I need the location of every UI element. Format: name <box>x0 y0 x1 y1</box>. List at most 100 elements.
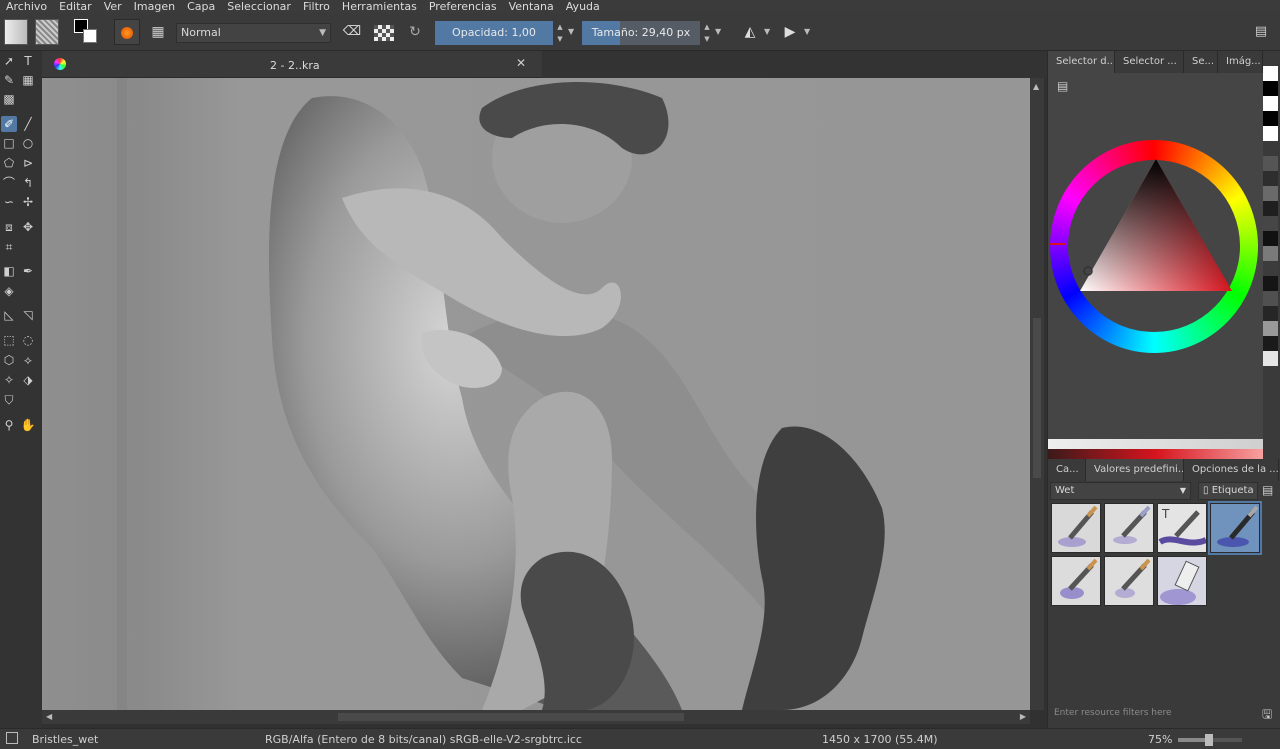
preset-category-select[interactable]: Wet ▼ <box>1050 482 1191 500</box>
canvas[interactable] <box>42 78 1030 710</box>
preset-tile[interactable] <box>1051 503 1101 553</box>
brush-preset-icon[interactable] <box>114 19 140 45</box>
scroll-thumb[interactable] <box>338 713 684 721</box>
fg-bg-color-icon[interactable] <box>74 19 100 45</box>
menu-herramientas[interactable]: Herramientas <box>336 0 423 13</box>
menu-archivo[interactable]: Archivo <box>0 0 53 13</box>
color-sliders[interactable] <box>1048 439 1263 459</box>
chevron-down-icon[interactable]: ▼ <box>764 27 770 36</box>
palette-swatch[interactable] <box>1263 111 1278 126</box>
palette-swatch[interactable] <box>1263 126 1278 141</box>
tab-presets[interactable]: Valores predefini... <box>1086 459 1184 481</box>
mirror-vertical-icon[interactable]: ▶ <box>780 19 800 45</box>
palette-swatch[interactable] <box>1263 336 1278 351</box>
rect-select-icon[interactable]: ⬚ <box>1 332 17 348</box>
multibrush-icon[interactable]: ✢ <box>20 194 36 210</box>
scroll-up-icon[interactable]: ▲ <box>1033 82 1039 91</box>
polygon-select-icon[interactable]: ⬡ <box>1 352 17 368</box>
preserve-alpha-icon[interactable] <box>374 25 394 41</box>
horizontal-scrollbar[interactable]: ◀ ▶ <box>42 710 1030 724</box>
edit-shapes-icon[interactable]: ✎ <box>1 72 17 88</box>
fill-tool-icon[interactable]: ◈ <box>1 283 17 299</box>
vertical-scrollbar[interactable]: ▲ <box>1030 78 1044 710</box>
menu-filtro[interactable]: Filtro <box>297 0 336 13</box>
menu-capa[interactable]: Capa <box>181 0 221 13</box>
scroll-right-icon[interactable]: ▶ <box>1020 712 1026 721</box>
reload-preset-icon[interactable]: ↻ <box>405 19 425 45</box>
tab-color-selector[interactable]: Selector ... <box>1115 51 1184 73</box>
measure-tool-icon[interactable]: ◹ <box>20 307 36 323</box>
bezier-tool-icon[interactable]: ⌒ <box>1 175 17 191</box>
rectangle-tool-icon[interactable]: □ <box>1 135 17 151</box>
palette-swatch[interactable] <box>1263 81 1278 96</box>
menu-ayuda[interactable]: Ayuda <box>560 0 606 13</box>
tab-se[interactable]: Se... <box>1184 51 1218 73</box>
transform-tool-icon[interactable]: ⧈ <box>1 219 17 235</box>
palette-swatch[interactable] <box>1263 216 1278 231</box>
preset-tile[interactable] <box>1104 503 1154 553</box>
opacity-slider[interactable]: Opacidad: 1,00 <box>435 21 553 45</box>
zoom-slider[interactable] <box>1178 734 1242 746</box>
chevron-down-icon[interactable]: ▼ <box>804 27 810 36</box>
palette-swatch[interactable] <box>1263 276 1278 291</box>
menu-seleccionar[interactable]: Seleccionar <box>221 0 297 13</box>
docker-toggle-icon[interactable]: ▤ <box>1252 19 1270 45</box>
palette-swatch[interactable] <box>1263 141 1278 156</box>
zoom-slider-thumb[interactable] <box>1204 734 1213 746</box>
tag-select[interactable]: ▯ Etiqueta <box>1198 482 1258 500</box>
save-filter-icon[interactable]: 🖫 <box>1262 705 1272 726</box>
mirror-horizontal-icon[interactable]: ◭ <box>740 19 760 45</box>
chevron-down-icon[interactable]: ▼ <box>715 27 721 36</box>
bezier-select-icon[interactable]: ⛉ <box>1 392 17 408</box>
eraser-mode-icon[interactable]: ⌫ <box>342 19 362 45</box>
palette-swatch[interactable] <box>1263 201 1278 216</box>
ellipse-select-icon[interactable]: ◌ <box>20 332 36 348</box>
menu-editar[interactable]: Editar <box>53 0 98 13</box>
selection-icon[interactable] <box>6 732 18 744</box>
palette-swatch[interactable] <box>1263 351 1278 366</box>
line-tool-icon[interactable]: ╱ <box>20 116 36 132</box>
calligraphy-icon[interactable]: ▦ <box>20 72 36 88</box>
size-spin[interactable]: ▲ ▼ <box>702 21 712 45</box>
color-wheel[interactable] <box>1048 73 1263 413</box>
scroll-thumb[interactable] <box>1033 318 1041 478</box>
resource-filter-input[interactable]: Enter resource filters here <box>1050 703 1260 723</box>
preset-tile[interactable] <box>1157 556 1207 606</box>
pan-tool-icon[interactable]: ✋ <box>20 417 36 433</box>
freehand-select-icon[interactable]: ⟡ <box>20 352 36 368</box>
palette-swatch[interactable] <box>1263 261 1278 276</box>
palette-swatch[interactable] <box>1263 186 1278 201</box>
tab-image[interactable]: Imág... <box>1218 51 1263 73</box>
magic-wand-icon[interactable]: ✧ <box>1 372 17 388</box>
menu-ventana[interactable]: Ventana <box>503 0 560 13</box>
document-tab[interactable]: 2 - 2..kra ✕ <box>42 51 542 78</box>
polyline-tool-icon[interactable]: ⊳ <box>20 155 36 171</box>
preset-tile-selected[interactable] <box>1208 501 1262 555</box>
assistant-tool-icon[interactable]: ◺ <box>1 307 17 323</box>
palette-swatch[interactable] <box>1263 306 1278 321</box>
tab-advanced-color-selector[interactable]: Selector d... <box>1048 51 1115 73</box>
brush-settings-icon[interactable]: ▦ <box>146 19 170 45</box>
zoom-tool-icon[interactable]: ⚲ <box>1 417 17 433</box>
pattern-edit-icon[interactable]: ▩ <box>1 91 17 107</box>
freehand-path-icon[interactable]: ↰ <box>20 175 36 191</box>
blend-mode-select[interactable]: Normal ▼ <box>176 23 331 43</box>
palette-swatch[interactable] <box>1263 246 1278 261</box>
menu-imagen[interactable]: Imagen <box>128 0 181 13</box>
palette-swatch[interactable] <box>1263 291 1278 306</box>
polygon-tool-icon[interactable]: ⬠ <box>1 155 17 171</box>
menu-preferencias[interactable]: Preferencias <box>423 0 503 13</box>
size-slider[interactable]: Tamaño: 29,40 px <box>582 21 700 45</box>
dynamic-brush-icon[interactable]: ∽ <box>1 194 17 210</box>
menu-ver[interactable]: Ver <box>98 0 128 13</box>
ellipse-tool-icon[interactable]: ○ <box>20 135 36 151</box>
lightness-slider[interactable] <box>1048 439 1263 449</box>
preset-tile[interactable] <box>1104 556 1154 606</box>
crop-tool-icon[interactable]: ⌗ <box>1 239 17 255</box>
close-icon[interactable]: ✕ <box>516 56 526 70</box>
hue-slider[interactable] <box>1048 449 1263 459</box>
palette-swatch[interactable] <box>1263 231 1278 246</box>
pattern-swatch[interactable] <box>35 19 59 45</box>
color-picker-icon[interactable]: ✒ <box>20 263 36 279</box>
preset-tile[interactable] <box>1051 556 1101 606</box>
